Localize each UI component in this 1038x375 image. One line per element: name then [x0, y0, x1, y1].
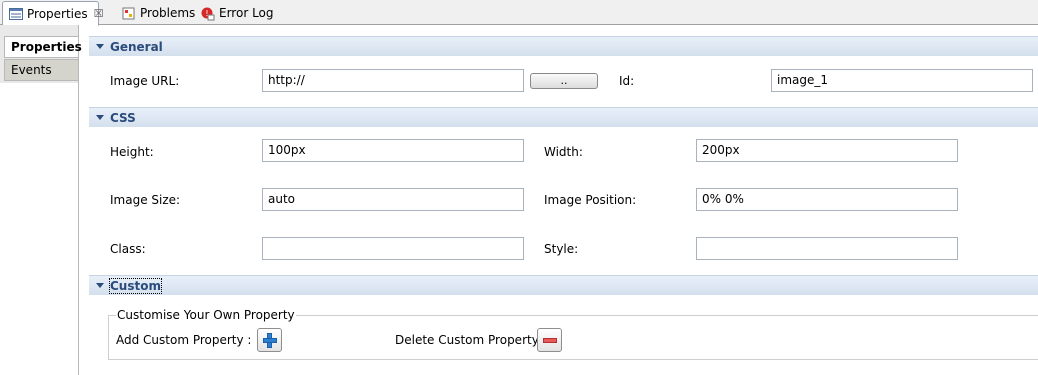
- minus-icon: [543, 338, 557, 343]
- error-log-icon: !: [201, 7, 215, 21]
- browse-button[interactable]: ..: [530, 73, 598, 89]
- collapse-arrow-icon[interactable]: [96, 44, 104, 49]
- image-position-label: Image Position:: [544, 193, 637, 207]
- add-custom-property-button[interactable]: [257, 328, 282, 352]
- width-label: Width:: [544, 145, 583, 159]
- group-title: Customise Your Own Property: [116, 308, 296, 322]
- section-title: Custom: [109, 277, 162, 294]
- tab-label: Problems: [140, 6, 196, 20]
- height-label: Height:: [110, 145, 154, 159]
- section-title: CSS: [110, 110, 136, 125]
- properties-icon: [9, 7, 23, 20]
- section-title: General: [110, 39, 163, 54]
- style-field[interactable]: [696, 237, 958, 260]
- image-size-label: Image Size:: [110, 193, 181, 207]
- tab-label: Properties: [27, 6, 88, 21]
- problems-icon: [122, 7, 136, 20]
- tab-properties[interactable]: Properties ☒: [2, 1, 104, 26]
- section-general-header[interactable]: General: [89, 36, 1038, 56]
- sidenav-item-events[interactable]: Events: [4, 59, 78, 81]
- collapse-arrow-icon[interactable]: [96, 283, 104, 288]
- tab-label: Error Log: [219, 6, 274, 20]
- width-field[interactable]: 200px: [696, 139, 958, 162]
- height-field[interactable]: 100px: [262, 139, 524, 162]
- close-icon[interactable]: ☒: [94, 7, 104, 20]
- delete-custom-property-button[interactable]: [537, 328, 562, 352]
- add-custom-property-label: Add Custom Property :: [116, 333, 252, 347]
- image-size-field[interactable]: auto: [262, 188, 524, 211]
- collapse-arrow-icon[interactable]: [96, 115, 104, 120]
- class-field[interactable]: [262, 237, 524, 260]
- view-tab-bar: Properties ☒ Problems ! Error Log: [0, 0, 1038, 26]
- id-label: Id:: [619, 74, 635, 88]
- image-url-label: Image URL:: [110, 74, 180, 88]
- sidenav-item-properties[interactable]: Properties: [4, 36, 82, 58]
- delete-custom-property-label: Delete Custom Property :: [395, 333, 547, 347]
- id-field[interactable]: image_1: [771, 69, 1033, 92]
- style-label: Style:: [544, 242, 579, 256]
- image-position-field[interactable]: 0% 0%: [696, 188, 958, 211]
- tab-problems[interactable]: Problems: [116, 1, 201, 25]
- section-css-header[interactable]: CSS: [89, 107, 1038, 127]
- image-url-field[interactable]: http://: [262, 69, 524, 92]
- side-nav-empty: [0, 83, 79, 375]
- tab-error-log[interactable]: ! Error Log: [195, 1, 280, 25]
- class-label: Class:: [110, 242, 146, 256]
- section-custom-header[interactable]: Custom: [89, 275, 1038, 295]
